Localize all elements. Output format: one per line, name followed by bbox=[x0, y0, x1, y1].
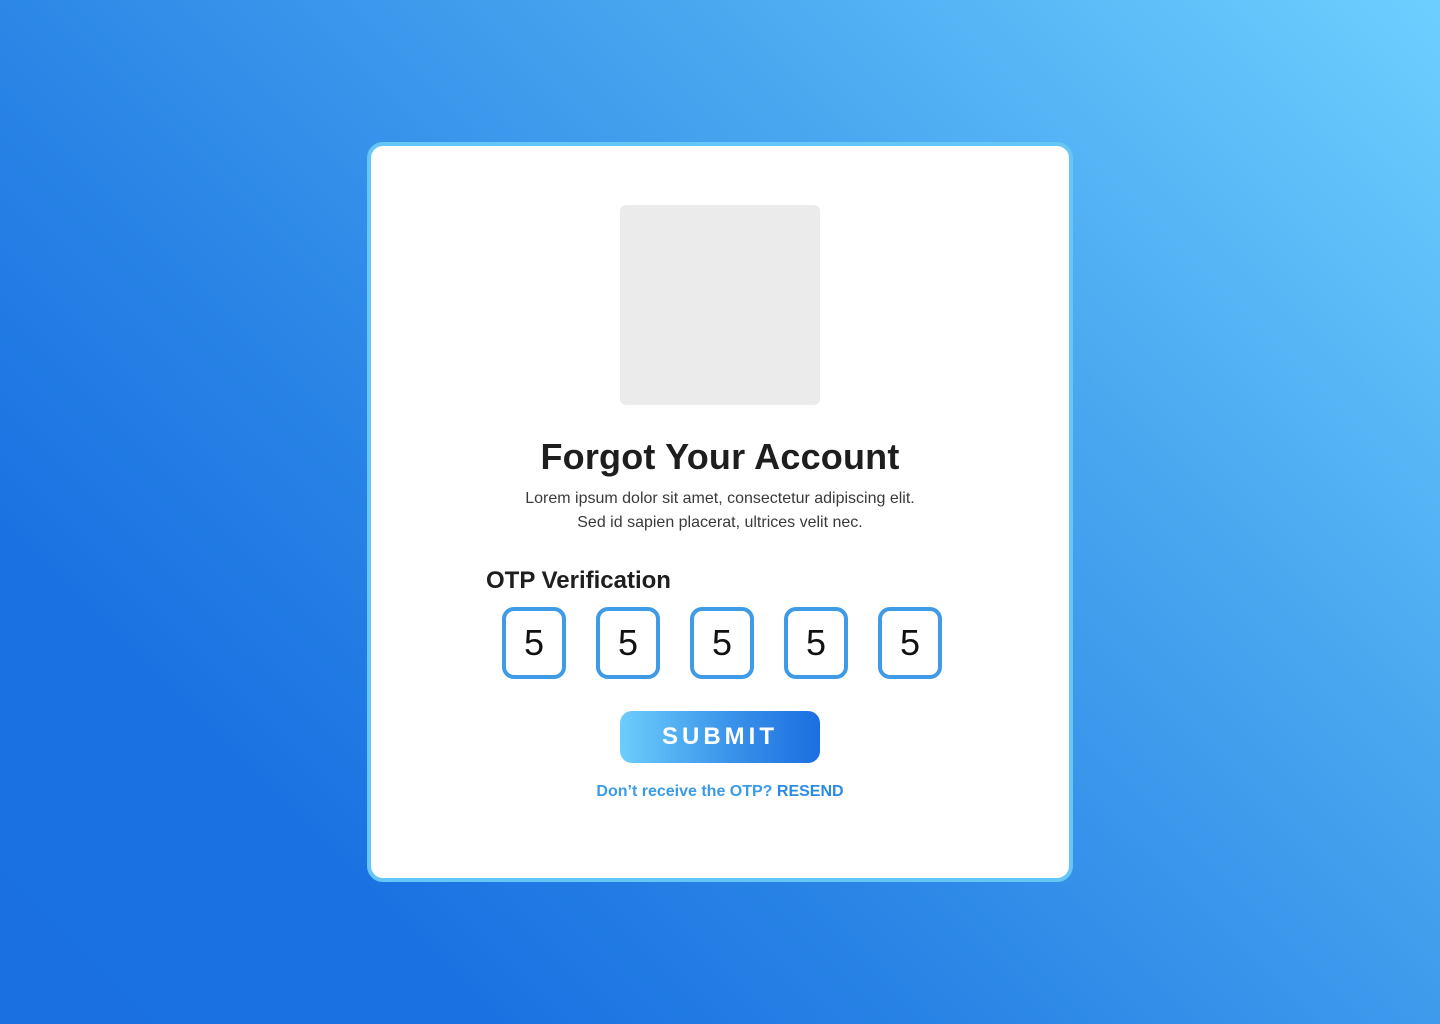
otp-digit-4[interactable]: 5 bbox=[784, 607, 848, 679]
resend-link[interactable]: RESEND bbox=[777, 783, 844, 800]
forgot-account-card: Forgot Your Account Lorem ipsum dolor si… bbox=[367, 142, 1073, 882]
submit-button[interactable]: SUBMIT bbox=[620, 711, 820, 763]
otp-input-group: 5 5 5 5 5 bbox=[502, 607, 942, 679]
resend-row: Don’t receive the OTP? RESEND bbox=[371, 783, 1069, 801]
otp-digit-3[interactable]: 5 bbox=[690, 607, 754, 679]
subtitle-line-2: Sed id sapien placerat, ultrices velit n… bbox=[577, 514, 863, 531]
page-subtitle: Lorem ipsum dolor sit amet, consectetur … bbox=[371, 487, 1069, 535]
page-title: Forgot Your Account bbox=[540, 436, 900, 477]
logo-placeholder bbox=[620, 205, 820, 405]
otp-label: OTP Verification bbox=[486, 567, 671, 594]
otp-digit-2[interactable]: 5 bbox=[596, 607, 660, 679]
otp-digit-1[interactable]: 5 bbox=[502, 607, 566, 679]
otp-digit-5[interactable]: 5 bbox=[878, 607, 942, 679]
resend-prompt: Don’t receive the OTP? bbox=[596, 783, 773, 800]
subtitle-line-1: Lorem ipsum dolor sit amet, consectetur … bbox=[525, 490, 915, 507]
